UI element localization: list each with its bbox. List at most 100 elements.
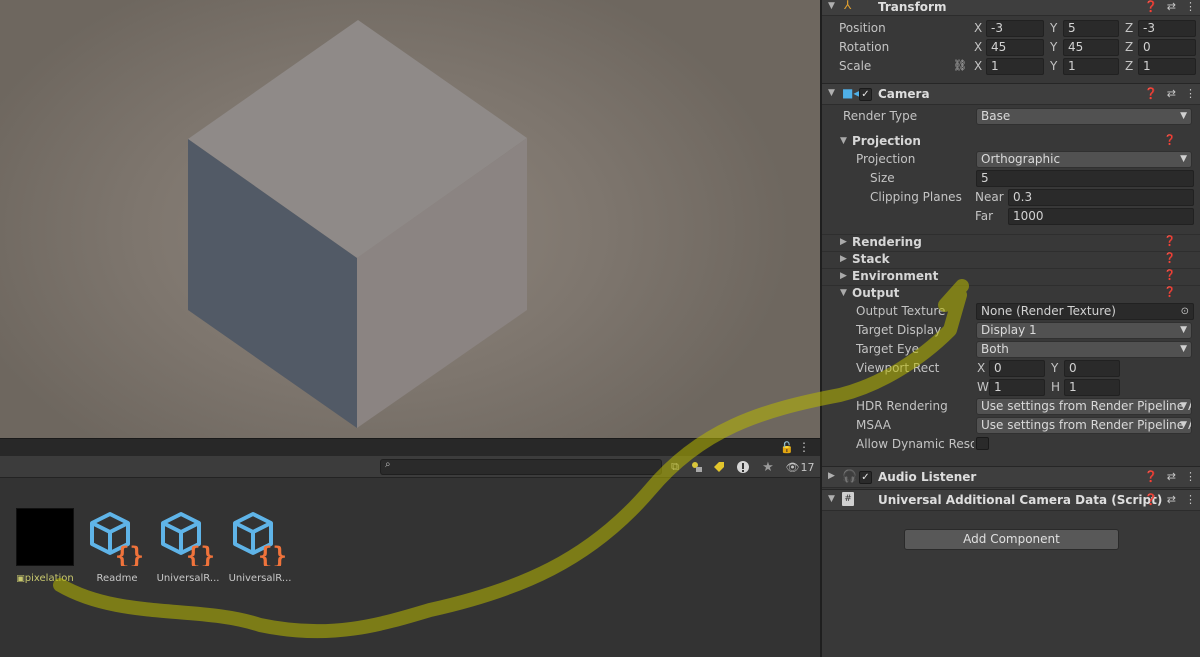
msaa-dropdown[interactable]: Use settings from Render Pipeline As ▼ [976, 417, 1192, 434]
component-title: Audio Listener [878, 470, 977, 484]
target-display-dropdown[interactable]: Display 1 ▼ [976, 322, 1192, 339]
fold-arrow-icon[interactable]: ▼ [828, 494, 835, 504]
fold-arrow-icon[interactable]: ▼ [828, 1, 835, 11]
add-component-button[interactable]: Add Component [904, 529, 1119, 550]
script-asset-icon: {} [159, 508, 217, 570]
clipping-planes-label: Clipping Planes [870, 190, 962, 204]
kebab-menu-icon[interactable]: ⋮ [1185, 87, 1196, 100]
transform-header[interactable]: ▼ ⅄ Transform ❓ ⇄ ⋮ [822, 0, 1200, 16]
headphones-icon: 🎧 [842, 469, 857, 483]
viewport-rect-label: Viewport Rect [856, 361, 940, 375]
projection-section[interactable]: ▼ Projection ❓ [822, 134, 1200, 151]
script-asset-icon: {} [88, 508, 146, 570]
output-section[interactable]: ▼ Output ❓ [822, 285, 1200, 302]
kebab-menu-icon[interactable]: ⋮ [798, 440, 810, 454]
filter-by-type-icon[interactable] [686, 458, 708, 476]
help-icon[interactable]: ❓ [1164, 236, 1176, 247]
preset-icon[interactable]: ⇄ [1167, 0, 1176, 13]
filter-by-label-icon[interactable] [708, 458, 730, 476]
render-type-dropdown[interactable]: Base ▼ [976, 108, 1192, 125]
help-icon[interactable]: ❓ [1144, 493, 1158, 506]
scale-label: Scale [839, 59, 872, 73]
viewport-y-field[interactable]: 0 [1064, 360, 1120, 377]
kebab-menu-icon[interactable]: ⋮ [1185, 0, 1196, 13]
project-breadcrumb-area [0, 478, 820, 498]
asset-item-readme[interactable]: {} Readme [80, 508, 154, 584]
help-icon[interactable]: ❓ [1144, 87, 1158, 100]
rendering-section[interactable]: ▶ Rendering ❓ [822, 234, 1200, 251]
scale-y-field[interactable]: 1 [1063, 58, 1119, 75]
axis-label: X [974, 40, 983, 54]
urp-camera-data-header[interactable]: ▼ # Universal Additional Camera Data (Sc… [822, 489, 1200, 511]
size-field[interactable]: 5 [976, 170, 1194, 187]
asset-label: Readme [96, 573, 138, 584]
component-title: Transform [878, 0, 947, 14]
preset-icon[interactable]: ⇄ [1167, 470, 1176, 483]
help-icon[interactable]: ❓ [1164, 135, 1176, 146]
search-scope-icon[interactable]: ⧉ [664, 458, 686, 476]
rotation-y-field[interactable]: 45 [1063, 39, 1119, 56]
viewport-x-field[interactable]: 0 [989, 360, 1045, 377]
target-eye-dropdown[interactable]: Both ▼ [976, 341, 1192, 358]
rotation-x-field[interactable]: 45 [986, 39, 1044, 56]
environment-section[interactable]: ▶ Environment ❓ [822, 268, 1200, 285]
output-texture-label: Output Texture [856, 304, 946, 318]
project-tab-bar: 🔓 ⋮ [0, 438, 820, 456]
fold-arrow-icon[interactable]: ▶ [840, 254, 847, 264]
audio-listener-header[interactable]: ▶ 🎧 ✓ Audio Listener ❓ ⇄ ⋮ [822, 466, 1200, 488]
help-icon[interactable]: ❓ [1144, 0, 1158, 13]
object-picker-icon[interactable]: ⊙ [1181, 304, 1189, 319]
stack-section[interactable]: ▶ Stack ❓ [822, 251, 1200, 268]
fold-arrow-icon[interactable]: ▼ [840, 288, 847, 298]
viewport-w-field[interactable]: 1 [989, 379, 1045, 396]
fold-arrow-icon[interactable]: ▶ [840, 237, 847, 247]
projection-label: Projection [856, 152, 916, 166]
preset-icon[interactable]: ⇄ [1167, 87, 1176, 100]
lock-icon[interactable]: 🔓 [780, 441, 794, 454]
hidden-packages-toggle[interactable]: 👁 17 [782, 458, 818, 476]
project-search-input[interactable]: ⌕ [380, 459, 662, 475]
favorites-star-icon[interactable]: ★ [757, 458, 779, 476]
rotation-z-field[interactable]: 0 [1138, 39, 1196, 56]
fold-arrow-icon[interactable]: ▶ [840, 271, 847, 281]
asset-item-universal-renderer-1[interactable]: {} UniversalR... [151, 508, 225, 584]
fold-arrow-icon[interactable]: ▼ [828, 88, 835, 98]
help-icon[interactable]: ❓ [1164, 287, 1176, 298]
scene-view[interactable] [0, 0, 820, 438]
audio-listener-enabled-checkbox[interactable]: ✓ [859, 471, 872, 484]
component-title: Universal Additional Camera Data (Script… [878, 493, 1163, 507]
scale-z-field[interactable]: 1 [1138, 58, 1196, 75]
projection-dropdown[interactable]: Orthographic ▼ [976, 151, 1192, 168]
chevron-down-icon: ▼ [1180, 154, 1187, 164]
preset-icon[interactable]: ⇄ [1167, 493, 1176, 506]
target-display-label: Target Display [856, 323, 942, 337]
position-z-field[interactable]: -3 [1138, 20, 1196, 37]
hdr-rendering-dropdown[interactable]: Use settings from Render Pipeline As ▼ [976, 398, 1192, 415]
camera-header[interactable]: ▼ ■◂ ✓ Camera ❓ ⇄ ⋮ [822, 83, 1200, 105]
search-icon: ⌕ [385, 459, 391, 470]
scene-canvas[interactable] [0, 0, 820, 438]
constrain-proportions-icon[interactable]: ⛓ [953, 59, 967, 72]
position-x-field[interactable]: -3 [986, 20, 1044, 37]
kebab-menu-icon[interactable]: ⋮ [1185, 493, 1196, 506]
camera-icon: ■◂ [842, 86, 860, 100]
help-icon[interactable]: ❓ [1164, 270, 1176, 281]
asset-item-universal-renderer-2[interactable]: {} UniversalR... [223, 508, 297, 584]
allow-dynamic-resolution-checkbox[interactable] [976, 437, 989, 450]
far-field[interactable]: 1000 [1008, 208, 1194, 225]
camera-enabled-checkbox[interactable]: ✓ [859, 88, 872, 101]
log-filter-icon[interactable] [732, 458, 754, 476]
near-field[interactable]: 0.3 [1008, 189, 1194, 206]
scale-x-field[interactable]: 1 [986, 58, 1044, 75]
output-texture-field[interactable]: None (Render Texture) ⊙ [976, 303, 1194, 320]
fold-arrow-icon[interactable]: ▶ [828, 471, 835, 481]
viewport-h-field[interactable]: 1 [1064, 379, 1120, 396]
position-y-field[interactable]: 5 [1063, 20, 1119, 37]
asset-item-pixelation[interactable]: ▣pixelation [8, 508, 82, 584]
svg-text:{}: {} [258, 542, 287, 566]
help-icon[interactable]: ❓ [1164, 253, 1176, 264]
help-icon[interactable]: ❓ [1144, 470, 1158, 483]
render-type-label: Render Type [843, 109, 918, 123]
kebab-menu-icon[interactable]: ⋮ [1185, 470, 1196, 483]
fold-arrow-icon[interactable]: ▼ [840, 136, 847, 146]
